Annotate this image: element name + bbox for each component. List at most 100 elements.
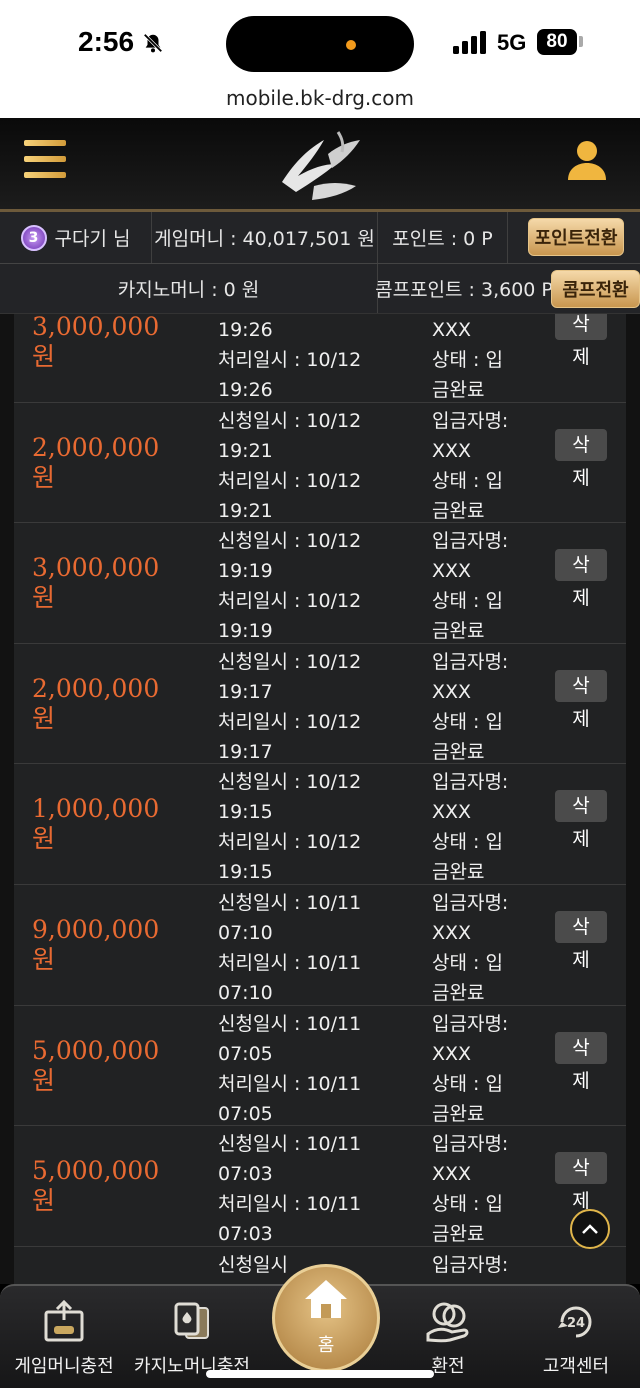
depositor-info: 입금자명:XXX상태 : 입금완료 bbox=[432, 1129, 552, 1249]
delete-button[interactable]: 삭 bbox=[555, 669, 607, 702]
processed-date: 처리일시 : 10/11 bbox=[218, 1193, 362, 1216]
request-date: 신청일시 : 10/12 bbox=[218, 530, 362, 553]
list-rows: 3,000,000원신청일시 : 10/1219:26처리일시 : 10/121… bbox=[14, 314, 626, 1284]
money-box-icon bbox=[44, 1299, 84, 1342]
home-indicator bbox=[206, 1370, 434, 1378]
deposit-row: 3,000,000원신청일시 : 10/1219:26처리일시 : 10/121… bbox=[14, 314, 626, 403]
deposit-row: 9,000,000 원 신청일시 : 10/11 07:10 처리일시 : 10/11 0… bbox=[14, 885, 626, 1006]
deposit-amount: 5,000,000 원 bbox=[32, 1036, 212, 1096]
delete-button[interactable]: 삭 bbox=[555, 314, 607, 340]
depositor-label: 입금자명: bbox=[432, 1253, 509, 1276]
request-time: 19:21 bbox=[218, 439, 273, 462]
depositor-info: 입금자명:XXX상태 : 입금완료 bbox=[432, 1009, 552, 1129]
deposit-history-list[interactable]: 3,000,000원신청일시 : 10/1219:26처리일시 : 10/121… bbox=[0, 314, 640, 1284]
deposit-times: 신청일시 : 10/11 07:10 처리일시 : 10/11 07:10 bbox=[218, 888, 418, 1008]
logo-emblem[interactable] bbox=[268, 124, 372, 208]
deposit-times: 신청일시 : 10/12 19:15 처리일시 : 10/12 19:15 bbox=[218, 767, 418, 887]
amount-value: 9,000,000 bbox=[32, 914, 160, 944]
processed-time: 19:19 bbox=[218, 620, 273, 643]
amount-unit: 원 bbox=[32, 1065, 56, 1095]
depositor-name: XXX bbox=[432, 1163, 472, 1186]
delete-button-label[interactable]: 제 bbox=[555, 583, 607, 613]
deposit-row: 2,000,000 원 신청일시 : 10/12 19:17 처리일시 : 10/12 1… bbox=[14, 644, 626, 765]
delete-button-label[interactable]: 제 bbox=[555, 342, 607, 372]
depositor-name: XXX bbox=[432, 439, 472, 462]
deposit-amount: 1,000,000 원 bbox=[32, 794, 212, 854]
request-date: 신청일시 : 10/11 bbox=[218, 1012, 362, 1035]
deposit-amount: 2,000,000 원 bbox=[32, 674, 212, 734]
processed-date: 처리일시 : 10/12 bbox=[218, 710, 362, 733]
account-info-row: 3 구다기 님 게임머니 : 40,017,501 원 포인트 : 0 P 포인… bbox=[0, 212, 640, 264]
processed-date: 처리일시 : 10/12 bbox=[218, 590, 362, 613]
coin-hand-icon bbox=[426, 1302, 469, 1343]
depositor-info: 입금자명:XXX상태 : 입금완료 bbox=[432, 647, 552, 767]
depositor-label: 입금자명: bbox=[432, 530, 509, 553]
depositor-label: 입금자명: bbox=[432, 771, 509, 794]
status-line-2: 금완료 bbox=[432, 1223, 485, 1246]
url-bar[interactable]: mobile.bk-drg.com bbox=[0, 88, 640, 118]
deposit-amount: 3,000,000 원 bbox=[32, 553, 212, 613]
amount-unit: 원 bbox=[32, 1186, 56, 1216]
delete-button[interactable]: 삭 bbox=[555, 428, 607, 461]
chevron-up-icon bbox=[582, 1224, 598, 1234]
depositor-name: XXX bbox=[432, 319, 472, 341]
amount-unit: 원 bbox=[32, 462, 56, 492]
deposit-times: 신청일시 : 10/11 07:03 처리일시 : 10/11 07:03 bbox=[218, 1129, 418, 1249]
nav-game-money-charge[interactable]: 게임머니충전 bbox=[0, 1286, 128, 1388]
processed-date: 처리일시 : 10/12 bbox=[218, 349, 362, 371]
home-icon bbox=[305, 1280, 347, 1318]
nav-label: 고객센터 bbox=[542, 1356, 610, 1377]
scroll-top-button[interactable] bbox=[570, 1209, 610, 1249]
depositor-info: 입금자명:XXX상태 : 입금완료 bbox=[432, 314, 552, 405]
dynamic-island bbox=[226, 16, 414, 72]
amount-value: 3,000,000 bbox=[32, 553, 160, 583]
hamburger-icon[interactable] bbox=[24, 140, 66, 178]
depositor-name: XXX bbox=[432, 680, 472, 703]
nav-customer-center[interactable]: 24 고객센터 bbox=[512, 1286, 640, 1388]
status-line-2: 금완료 bbox=[432, 620, 485, 643]
comp-point-balance: 콤프포인트 : 3,600 P bbox=[375, 279, 553, 301]
comp-convert-button[interactable]: 콤프전환 bbox=[551, 270, 640, 308]
deposit-row: 3,000,000 원 신청일시 : 10/12 19:19 처리일시 : 10/12 1… bbox=[14, 523, 626, 644]
processed-time: 07:05 bbox=[218, 1102, 273, 1125]
deposit-times: 신청일시 : 10/12 19:21 처리일시 : 10/12 19:21 bbox=[218, 406, 418, 526]
amount-value: 2,000,000 bbox=[32, 673, 160, 703]
deposit-times: 신청일시 : 10/12 19:19 처리일시 : 10/12 19:19 bbox=[218, 526, 418, 646]
depositor-label: 입금자명: bbox=[432, 891, 509, 914]
deposit-amount: 2,000,000 원 bbox=[32, 433, 212, 493]
delete-button[interactable]: 삭 bbox=[555, 549, 607, 582]
delete-button-label[interactable]: 제 bbox=[555, 704, 607, 734]
request-date: 신청일시 : 10/12 bbox=[218, 650, 362, 673]
delete-button[interactable]: 삭 bbox=[555, 790, 607, 823]
status-line-2: 금완료 bbox=[432, 499, 485, 522]
request-time: 19:15 bbox=[218, 801, 273, 824]
delete-button[interactable]: 삭 bbox=[555, 1152, 607, 1185]
battery-cap bbox=[579, 36, 583, 47]
delete-button-label[interactable]: 제 bbox=[555, 463, 607, 493]
status-time: 2:56 bbox=[78, 26, 135, 57]
status-line-2: 금완료 bbox=[432, 379, 485, 401]
amount-value: 5,000,000 bbox=[32, 1035, 160, 1065]
user-icon[interactable] bbox=[566, 138, 608, 180]
home-button[interactable]: 홈 bbox=[272, 1264, 380, 1372]
status-line-1: 상태 : 입 bbox=[432, 710, 503, 733]
amount-unit: 원 bbox=[32, 944, 56, 974]
support-badge-text: 24 bbox=[567, 1316, 585, 1331]
home-label: 홈 bbox=[317, 1335, 335, 1356]
processed-date: 처리일시 : 10/11 bbox=[218, 951, 362, 974]
point-convert-button[interactable]: 포인트전환 bbox=[528, 218, 624, 256]
request-date: 신청일시 : 10/12 bbox=[218, 409, 362, 432]
status-line-1: 상태 : 입 bbox=[432, 831, 503, 854]
username: 구다기 님 bbox=[54, 228, 131, 250]
status-line-1: 상태 : 입 bbox=[432, 349, 503, 371]
delete-button[interactable]: 삭 bbox=[555, 910, 607, 943]
delete-button-label[interactable]: 제 bbox=[555, 945, 607, 975]
status-line-1: 상태 : 입 bbox=[432, 1072, 503, 1095]
deposit-amount: 5,000,000 원 bbox=[32, 1156, 212, 1216]
delete-button-label[interactable]: 제 bbox=[555, 824, 607, 854]
amount-value: 1,000,000 bbox=[32, 794, 160, 824]
delete-button[interactable]: 삭 bbox=[555, 1031, 607, 1064]
depositor-info: 입금자명:XXX상태 : 입금완료 bbox=[432, 888, 552, 1008]
delete-button-label[interactable]: 제 bbox=[555, 1066, 607, 1096]
list-panel: 3,000,000원신청일시 : 10/1219:26처리일시 : 10/121… bbox=[14, 314, 626, 1284]
